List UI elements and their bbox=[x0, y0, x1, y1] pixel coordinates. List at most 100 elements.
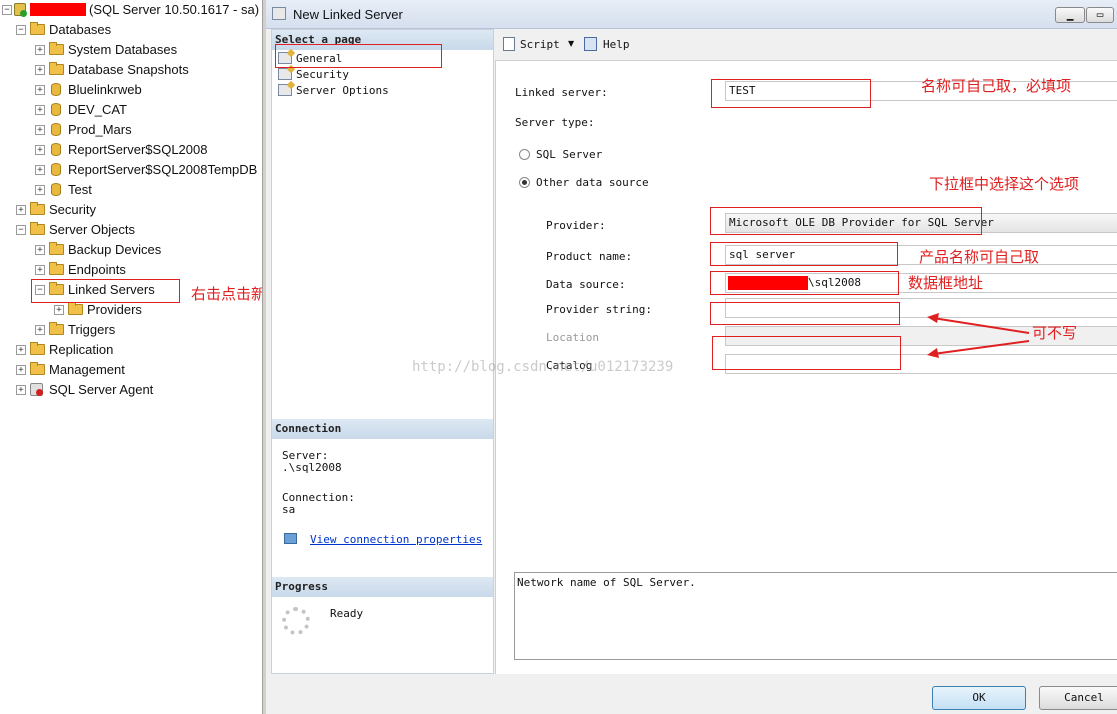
tree-item-label: Providers bbox=[87, 302, 142, 317]
tree-item-test[interactable]: + Test bbox=[0, 180, 262, 200]
cancel-button[interactable]: Cancel bbox=[1039, 686, 1117, 710]
progress-spinner-icon bbox=[282, 607, 310, 635]
expand-icon[interactable]: + bbox=[16, 385, 26, 395]
tree-item-system-databases[interactable]: + System Databases bbox=[0, 40, 262, 60]
tree-item-dev-cat[interactable]: + DEV_CAT bbox=[0, 100, 262, 120]
script-button[interactable]: Script ▼ bbox=[503, 36, 575, 54]
connection-server-value: .\sql2008 bbox=[282, 461, 342, 474]
folder-icon bbox=[30, 222, 45, 235]
description-text: Network name of SQL Server. bbox=[517, 576, 696, 589]
help-icon bbox=[584, 37, 597, 51]
tree-item-bluelinkrweb[interactable]: + Bluelinkrweb bbox=[0, 80, 262, 100]
expand-icon[interactable]: + bbox=[35, 265, 45, 275]
collapse-icon[interactable]: − bbox=[16, 25, 26, 35]
arrow-line-provider-string bbox=[932, 317, 1030, 334]
sql-server-radio[interactable] bbox=[519, 149, 530, 160]
select-page-pane: Select a page General Security Server Op… bbox=[271, 29, 494, 674]
product-name-highlight-box bbox=[710, 242, 898, 266]
data-source-highlight-box bbox=[710, 271, 899, 295]
dialog-title: New Linked Server bbox=[293, 7, 403, 22]
tree-item-label: SQL Server Agent bbox=[49, 382, 154, 397]
tree-item-databases[interactable]: − Databases bbox=[0, 20, 262, 40]
minimize-button[interactable]: ▁ bbox=[1055, 7, 1085, 23]
maximize-button[interactable]: ▭ bbox=[1086, 7, 1114, 23]
annotation-name-required: 名称可自己取，必填项 bbox=[921, 77, 1072, 95]
progress-status: Ready bbox=[330, 607, 364, 620]
tree-item-reportserver-sql2008tempdb[interactable]: + ReportServer$SQL2008TempDB bbox=[0, 160, 262, 180]
tree-item-management[interactable]: + Management bbox=[0, 360, 262, 380]
database-icon bbox=[51, 183, 61, 196]
expand-icon[interactable]: + bbox=[16, 365, 26, 375]
expand-icon[interactable]: + bbox=[35, 145, 45, 155]
ok-button[interactable]: OK bbox=[932, 686, 1026, 710]
provider-string-highlight-box bbox=[710, 302, 900, 325]
page-label-server-options: Server Options bbox=[296, 84, 389, 97]
tree-item-backup-devices[interactable]: + Backup Devices bbox=[0, 240, 262, 260]
database-icon bbox=[51, 143, 61, 156]
tree-item-sql-server-agent[interactable]: + SQL Server Agent bbox=[0, 380, 262, 400]
tree-item-label: Prod_Mars bbox=[68, 122, 132, 137]
database-icon bbox=[51, 83, 61, 96]
annotation-optional: 可不写 bbox=[1032, 324, 1078, 342]
expand-icon[interactable]: + bbox=[16, 205, 26, 215]
expand-icon[interactable]: + bbox=[35, 125, 45, 135]
other-data-source-radio[interactable] bbox=[519, 177, 530, 188]
expand-icon[interactable]: + bbox=[35, 105, 45, 115]
script-dropdown-icon[interactable]: ▼ bbox=[568, 39, 574, 48]
annotation-product-name: 产品名称可自己取 bbox=[919, 248, 1040, 266]
collapse-icon[interactable]: − bbox=[16, 225, 26, 235]
folder-icon bbox=[49, 242, 64, 255]
server-type-label: Server type: bbox=[515, 116, 595, 129]
page-item-server-options[interactable]: Server Options bbox=[278, 82, 438, 98]
tree-item-endpoints[interactable]: + Endpoints bbox=[0, 260, 262, 280]
annotation-arrows bbox=[927, 313, 1030, 358]
tree-root[interactable]: − (SQL Server 10.50.1617 - sa) bbox=[0, 0, 262, 20]
provider-label: Provider: bbox=[546, 219, 606, 232]
tree-item-replication[interactable]: + Replication bbox=[0, 340, 262, 360]
server-status-icon bbox=[20, 10, 27, 17]
tree-item-label: Server Objects bbox=[49, 222, 135, 237]
expand-icon[interactable]: + bbox=[35, 165, 45, 175]
dialog-titlebar[interactable]: New Linked Server ▁ ▭ bbox=[266, 0, 1117, 29]
tree-item-server-objects[interactable]: − Server Objects bbox=[0, 220, 262, 240]
new-linked-server-dialog: New Linked Server ▁ ▭ Select a page Gene… bbox=[266, 0, 1117, 714]
expand-icon[interactable]: + bbox=[35, 185, 45, 195]
catalog-highlight-box bbox=[712, 336, 901, 370]
expand-icon[interactable]: + bbox=[35, 85, 45, 95]
folder-icon bbox=[49, 322, 64, 335]
page-label-security: Security bbox=[296, 68, 349, 81]
tree-item-label: Bluelinkrweb bbox=[68, 82, 142, 97]
expand-icon[interactable]: + bbox=[35, 65, 45, 75]
tree-item-label: Test bbox=[68, 182, 92, 197]
collapse-icon[interactable]: − bbox=[2, 5, 12, 15]
expand-icon[interactable]: + bbox=[35, 45, 45, 55]
redacted-server-name bbox=[30, 3, 86, 16]
expand-icon[interactable]: + bbox=[54, 305, 64, 315]
tree-item-label: ReportServer$SQL2008 bbox=[68, 142, 208, 157]
tree-item-database-snapshots[interactable]: + Database Snapshots bbox=[0, 60, 262, 80]
connection-properties-icon bbox=[284, 533, 297, 544]
database-icon bbox=[51, 123, 61, 136]
page-item-security[interactable]: Security bbox=[278, 66, 438, 82]
help-button[interactable]: Help bbox=[584, 36, 634, 54]
folder-icon bbox=[30, 22, 45, 35]
linked-server-highlight-box bbox=[711, 79, 871, 108]
expand-icon[interactable]: + bbox=[16, 345, 26, 355]
tree-item-reportserver-sql2008[interactable]: + ReportServer$SQL2008 bbox=[0, 140, 262, 160]
connection-user-value: sa bbox=[282, 503, 296, 516]
tree-item-label: Security bbox=[49, 202, 96, 217]
tree-item-triggers[interactable]: + Triggers bbox=[0, 320, 262, 340]
dialog-icon bbox=[272, 7, 286, 20]
folder-icon bbox=[49, 262, 64, 275]
provider-string-label: Provider string: bbox=[546, 303, 652, 316]
expand-icon[interactable]: + bbox=[35, 245, 45, 255]
tree-item-prod-mars[interactable]: + Prod_Mars bbox=[0, 120, 262, 140]
page-icon bbox=[278, 68, 292, 80]
tree-item-label: ReportServer$SQL2008TempDB bbox=[68, 162, 258, 177]
view-connection-properties-link[interactable]: View connection properties bbox=[310, 533, 482, 546]
other-data-source-radio-label: Other data source bbox=[536, 176, 649, 189]
folder-icon bbox=[30, 362, 45, 375]
description-box: Network name of SQL Server. bbox=[514, 572, 1117, 660]
expand-icon[interactable]: + bbox=[35, 325, 45, 335]
tree-item-security[interactable]: + Security bbox=[0, 200, 262, 220]
